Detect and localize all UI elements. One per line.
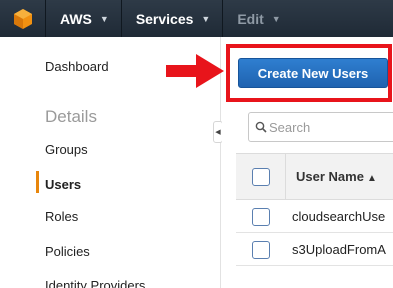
row-checkbox[interactable] [252,208,270,226]
row-checkbox[interactable] [252,241,270,259]
table-row[interactable]: cloudsearchUse [236,201,393,233]
users-table-header: User Name ▲ [236,153,393,200]
table-row[interactable]: s3UploadFromA [236,234,393,266]
user-name-cell[interactable]: cloudsearchUse [292,209,385,224]
edit-menu-label: Edit [237,10,264,27]
aws-menu[interactable]: AWS ▼ [46,0,122,37]
sidebar-item-groups[interactable]: Groups [45,142,88,157]
highlight-annotation-box [226,44,392,102]
select-all-cell [236,154,286,199]
sidebar-item-dashboard[interactable]: Dashboard [45,59,109,74]
column-header-user-name[interactable]: User Name ▲ [296,169,377,184]
red-arrow-annotation-icon [166,54,224,88]
search-placeholder: Search [269,119,311,135]
aws-iam-console: AWS ▼ Services ▼ Edit ▼ Dashboard Detail… [0,0,393,288]
sidebar-heading-details: Details [45,107,97,126]
services-menu[interactable]: Services ▼ [122,0,224,37]
chevron-left-icon: ◀ [215,129,221,136]
aws-cube-logo-icon[interactable] [0,0,46,37]
chevron-down-icon: ▼ [201,13,211,24]
sidebar-item-roles[interactable]: Roles [45,209,78,224]
sidebar-item-policies[interactable]: Policies [45,244,90,259]
chevron-down-icon: ▼ [99,13,109,24]
user-name-cell[interactable]: s3UploadFromA [292,242,386,257]
column-header-user-name-label: User Name [296,169,364,184]
active-indicator [36,171,39,193]
sidebar-item-identity-providers[interactable]: Identity Providers [45,278,145,288]
sidebar-item-users[interactable]: Users [45,177,81,192]
search-icon [255,121,267,133]
top-nav-bar: AWS ▼ Services ▼ Edit ▼ [0,0,393,37]
aws-menu-label: AWS [60,10,92,27]
search-input[interactable]: Search [248,112,393,142]
sort-icon: ▲ [366,173,377,184]
chevron-down-icon: ▼ [271,13,281,24]
edit-menu[interactable]: Edit ▼ [223,0,292,37]
services-menu-label: Services [135,10,194,27]
select-all-checkbox[interactable] [252,168,270,186]
